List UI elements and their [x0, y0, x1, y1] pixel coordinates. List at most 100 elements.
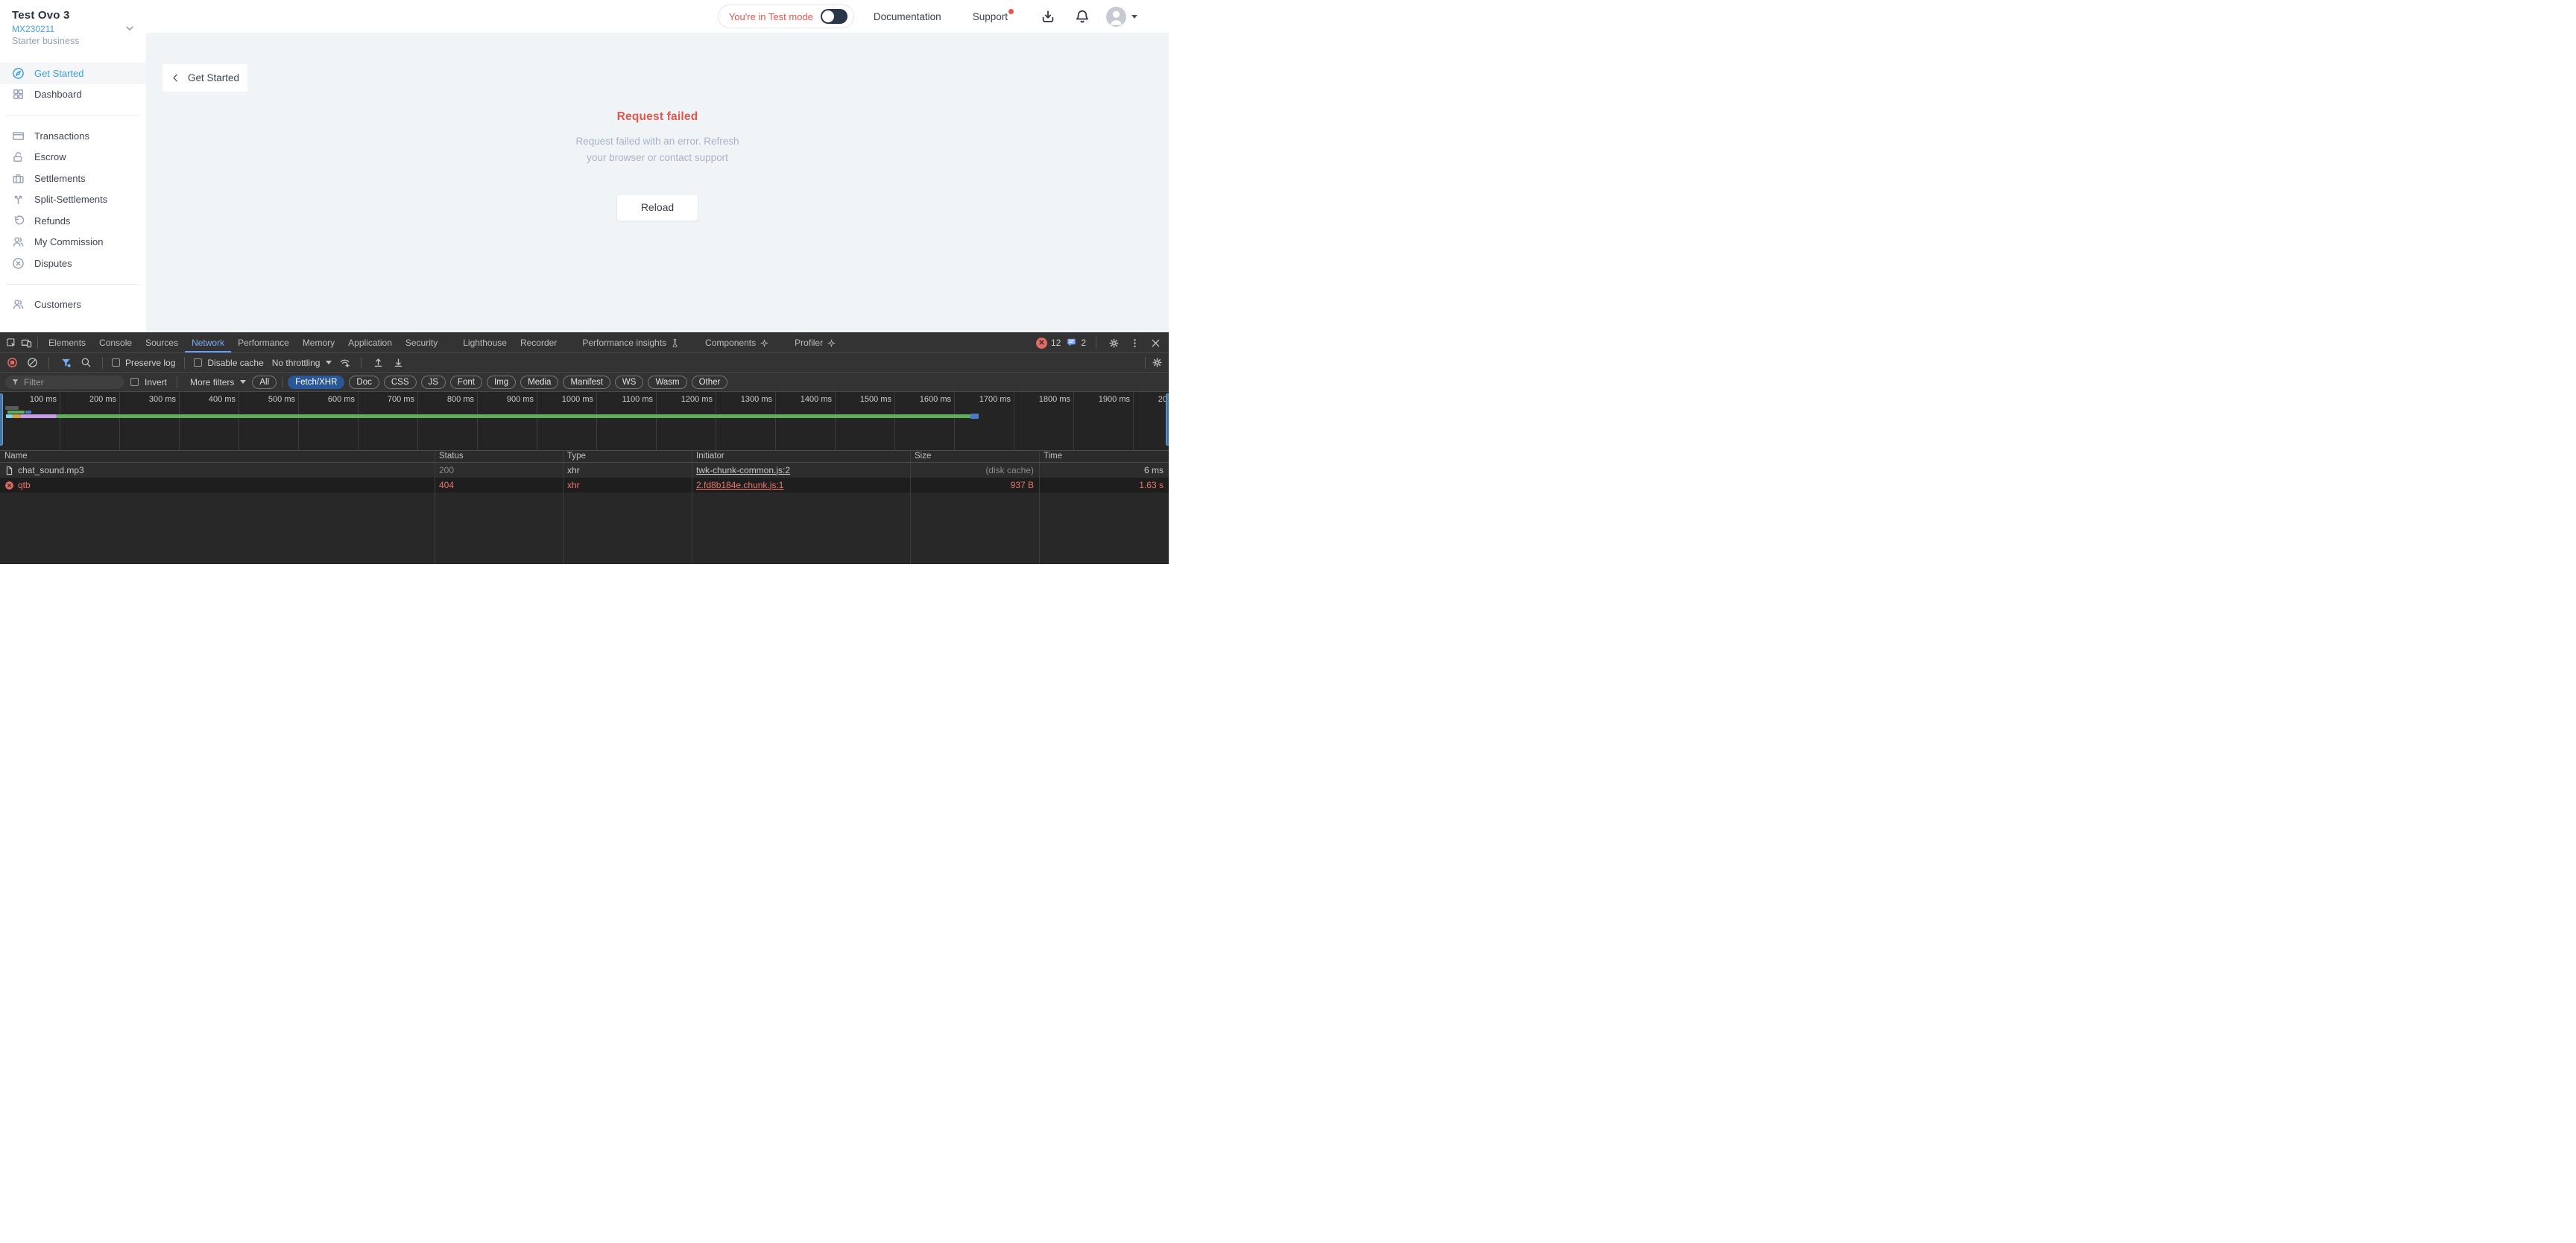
- column-header-initiator[interactable]: Initiator: [692, 451, 910, 463]
- inspect-element-icon[interactable]: [4, 336, 19, 350]
- devtools-tab-application[interactable]: Application: [341, 333, 399, 352]
- sidebar-item-customers[interactable]: Customers: [0, 294, 146, 316]
- test-mode-toggle[interactable]: [821, 9, 847, 24]
- request-row-chat-sound-mp3[interactable]: chat_sound.mp3200xhrtwk-chunk-common.js:…: [0, 463, 1169, 478]
- initiator-link[interactable]: 2.fd8b184e.chunk.js:1: [696, 478, 783, 493]
- filter-funnel-icon[interactable]: [58, 356, 73, 370]
- column-divider[interactable]: [910, 451, 911, 564]
- devtools-tab-memory[interactable]: Memory: [296, 333, 341, 352]
- throttling-select[interactable]: No throttling: [272, 358, 332, 368]
- documentation-link[interactable]: Documentation: [874, 11, 941, 22]
- export-har-icon[interactable]: [391, 356, 405, 370]
- devtools-tab-security[interactable]: Security: [399, 333, 444, 352]
- timeline-tick-label: 1100 ms: [601, 395, 653, 404]
- search-icon[interactable]: [78, 356, 93, 370]
- record-network-log-icon[interactable]: [4, 356, 19, 370]
- reload-button[interactable]: Reload: [616, 194, 698, 221]
- undo-icon: [12, 215, 25, 227]
- initiator-link[interactable]: twk-chunk-common.js:2: [696, 464, 790, 478]
- app-root: You're in Test mode Documentation Suppor…: [0, 0, 1169, 564]
- devtools-tab-performance[interactable]: Performance: [231, 333, 296, 352]
- sidebar-divider: [6, 115, 139, 116]
- back-button[interactable]: Get Started: [162, 64, 247, 92]
- devtools-tab-lighthouse[interactable]: Lighthouse: [456, 333, 514, 352]
- import-har-icon[interactable]: [370, 356, 385, 370]
- filter-type-all[interactable]: All: [252, 376, 277, 389]
- sidebar-nav: Get StartedDashboard TransactionsEscrowSe…: [0, 63, 146, 315]
- overview-right-handle[interactable]: [1166, 393, 1169, 446]
- filter-type-other[interactable]: Other: [692, 376, 728, 389]
- filter-input-wrap[interactable]: [5, 376, 124, 389]
- filter-type-css[interactable]: CSS: [384, 376, 417, 389]
- devtools-tab-network[interactable]: Network: [185, 333, 231, 352]
- issues-badge[interactable]: 2: [1067, 338, 1086, 348]
- column-divider[interactable]: [1039, 451, 1040, 564]
- sidebar-item-escrow[interactable]: Escrow: [0, 147, 146, 168]
- filter-type-js[interactable]: JS: [421, 376, 446, 389]
- request-error-icon: [4, 481, 14, 490]
- preserve-log-checkbox[interactable]: [112, 358, 120, 367]
- sidebar-item-refunds[interactable]: Refunds: [0, 210, 146, 232]
- merchant-id[interactable]: MX230211: [12, 24, 136, 34]
- sidebar-item-disputes[interactable]: Disputes: [0, 253, 146, 274]
- column-header-name[interactable]: Name: [0, 451, 435, 463]
- devtools-tab-performance-insights[interactable]: Performance insights: [575, 333, 686, 352]
- more-filters-dropdown[interactable]: More filters: [190, 377, 246, 388]
- sidebar-item-settlements[interactable]: Settlements: [0, 168, 146, 189]
- console-errors-badge[interactable]: ✕ 12: [1036, 338, 1061, 349]
- filter-type-fetch-xhr[interactable]: Fetch/XHR: [288, 376, 344, 389]
- x-circle-icon: [12, 257, 25, 270]
- notifications-bell-icon[interactable]: [1075, 9, 1090, 24]
- devtools-settings-gear-icon[interactable]: [1106, 336, 1121, 350]
- download-icon[interactable]: [1041, 9, 1055, 24]
- devtools-tab-profiler[interactable]: Profiler: [788, 333, 843, 352]
- merchant-app: You're in Test mode Documentation Suppor…: [0, 0, 1169, 332]
- column-header-type[interactable]: Type: [563, 451, 692, 463]
- sidebar-item-get-started[interactable]: Get Started: [0, 63, 146, 84]
- sidebar-item-split-settlements[interactable]: Split-Settlements: [0, 189, 146, 211]
- devtools-tab-recorder[interactable]: Recorder: [514, 333, 564, 352]
- filter-input[interactable]: [24, 377, 106, 388]
- column-header-time[interactable]: Time: [1039, 451, 1169, 463]
- waterfall-sending-bar: [20, 414, 57, 418]
- request-row-qtb[interactable]: qtb404xhr2.fd8b184e.chunk.js:1937 B1.63 …: [0, 478, 1169, 493]
- chevron-down-icon[interactable]: [124, 22, 136, 34]
- devtools-tab-components[interactable]: Components: [698, 333, 776, 352]
- filter-type-manifest[interactable]: Manifest: [563, 376, 610, 389]
- devtools-menu-kebab-icon[interactable]: [1127, 336, 1142, 350]
- filter-type-font[interactable]: Font: [450, 376, 482, 389]
- network-overview-timeline[interactable]: 100 ms200 ms300 ms400 ms500 ms600 ms700 …: [0, 392, 1169, 451]
- filter-type-doc[interactable]: Doc: [349, 376, 379, 389]
- sidebar-item-transactions[interactable]: Transactions: [0, 125, 146, 147]
- clear-network-log-icon[interactable]: [25, 356, 40, 370]
- invert-label[interactable]: Invert: [145, 377, 167, 388]
- support-link[interactable]: Support: [973, 11, 1008, 22]
- column-divider[interactable]: [563, 451, 564, 564]
- device-toolbar-icon[interactable]: [19, 336, 34, 350]
- account-menu[interactable]: [1106, 7, 1137, 27]
- filter-type-img[interactable]: Img: [487, 376, 516, 389]
- column-header-status[interactable]: Status: [435, 451, 563, 463]
- devtools-close-icon[interactable]: [1148, 336, 1163, 350]
- waterfall-waiting-bar: [7, 411, 25, 414]
- devtools-tab-sources[interactable]: Sources: [139, 333, 185, 352]
- invert-checkbox[interactable]: [130, 378, 139, 386]
- filter-type-ws[interactable]: WS: [615, 376, 644, 389]
- network-conditions-icon[interactable]: [337, 356, 352, 370]
- column-header-size[interactable]: Size: [910, 451, 1039, 463]
- sidebar-item-my-commission[interactable]: My Commission: [0, 232, 146, 253]
- devtools-tab-elements[interactable]: Elements: [42, 333, 92, 352]
- overview-left-handle[interactable]: [0, 393, 3, 446]
- test-mode-pill[interactable]: You're in Test mode: [718, 4, 854, 28]
- filter-type-media[interactable]: Media: [520, 376, 558, 389]
- network-settings-gear-icon[interactable]: [1149, 356, 1164, 370]
- preserve-log-label[interactable]: Preserve log: [125, 358, 175, 368]
- devtools-tab-bar: ElementsConsoleSourcesNetworkPerformance…: [0, 333, 1169, 353]
- filter-type-wasm[interactable]: Wasm: [648, 376, 686, 389]
- devtools-tab-console[interactable]: Console: [92, 333, 139, 352]
- disable-cache-checkbox[interactable]: [194, 358, 202, 367]
- sidebar-item-dashboard[interactable]: Dashboard: [0, 84, 146, 106]
- account-switcher[interactable]: Test Ovo 3 MX230211 Starter business: [0, 0, 146, 46]
- tab-label: Components: [705, 333, 756, 352]
- disable-cache-label[interactable]: Disable cache: [207, 358, 263, 368]
